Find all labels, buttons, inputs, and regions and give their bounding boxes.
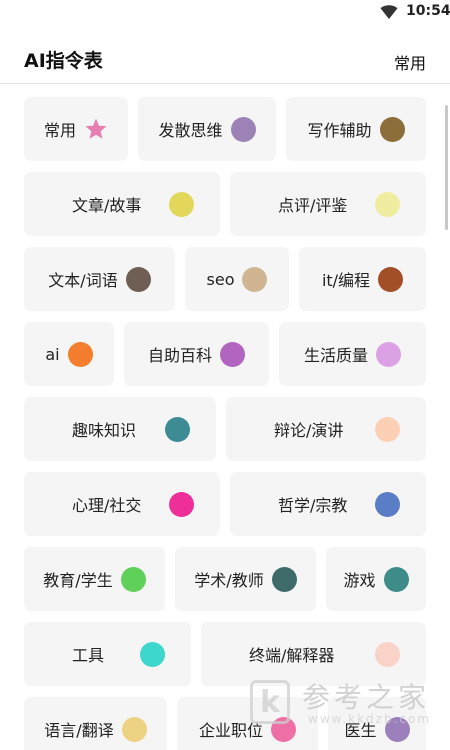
category-label: 辩论/演讲 [274, 421, 344, 440]
category-row: 教育/学生 学术/教师 游戏 [24, 547, 426, 611]
category-chip[interactable]: 文章/故事 [24, 172, 220, 236]
category-chip[interactable]: 语言/翻译 [24, 697, 167, 750]
color-dot-icon [230, 116, 256, 142]
color-dot-icon [220, 341, 245, 367]
category-label: 发散思维 [158, 121, 223, 140]
category-chip[interactable]: 写作辅助 [286, 97, 426, 161]
color-dot-icon [378, 266, 404, 292]
category-label: 生活质量 [303, 346, 368, 365]
category-chip[interactable]: 文本/词语 [24, 247, 175, 311]
category-chip[interactable]: 游戏 [326, 547, 426, 611]
category-label: 终端/解释器 [249, 646, 335, 665]
category-chip[interactable]: 趣味知识 [24, 397, 216, 461]
category-row: ai 自助百科 生活质量 [24, 322, 426, 386]
wifi-icon [380, 5, 398, 19]
category-chip[interactable]: 点评/评鉴 [230, 172, 426, 236]
category-chip[interactable]: it/编程 [299, 247, 426, 311]
star-icon [85, 118, 107, 139]
category-chip[interactable]: 哲学/宗教 [230, 472, 426, 536]
category-chip[interactable]: 教育/学生 [24, 547, 165, 611]
watermark-logo: k [250, 680, 290, 724]
app-header: AI指令表 常用 [0, 26, 450, 84]
status-time: 10:54 [406, 3, 450, 19]
watermark-url: www.kkdzb.com [308, 712, 432, 726]
category-label: 文本/词语 [48, 271, 118, 290]
category-row: 趣味知识 辩论/演讲 [24, 397, 426, 461]
category-chip[interactable]: seo [185, 247, 289, 311]
category-label: 自助百科 [147, 346, 212, 365]
category-row: 常用 发散思维 写作辅助 [24, 97, 426, 161]
category-label: 语言/翻译 [44, 721, 114, 740]
color-dot-icon [169, 491, 194, 517]
scrollbar[interactable] [445, 105, 448, 230]
category-chip[interactable]: 辩论/演讲 [226, 397, 426, 461]
page-title: AI指令表 [24, 50, 103, 72]
category-label: seo [206, 269, 235, 289]
category-label: 文章/故事 [72, 196, 142, 215]
color-dot-icon [376, 341, 401, 367]
category-chip[interactable]: 生活质量 [279, 322, 426, 386]
category-row: 心理/社交 哲学/宗教 [24, 472, 426, 536]
category-label: 教育/学生 [43, 571, 113, 590]
color-dot-icon [375, 641, 400, 667]
color-dot-icon [67, 341, 93, 367]
category-label: 趣味知识 [72, 421, 137, 440]
category-grid: 常用 发散思维 写作辅助文章/故事 点评/评鉴文本/词语 seo it/编程 ai 自助百科 生… [24, 97, 426, 750]
color-dot-icon [375, 491, 400, 517]
status-bar: 10:54 [0, 0, 450, 26]
color-dot-icon [121, 716, 147, 742]
category-label: 写作辅助 [307, 121, 372, 140]
color-dot-icon [120, 566, 146, 592]
category-chip[interactable]: ai [24, 322, 114, 386]
category-label: 学术/教师 [194, 571, 264, 590]
color-dot-icon [375, 416, 400, 442]
category-chip[interactable]: 发散思维 [138, 97, 276, 161]
category-label: 游戏 [343, 571, 376, 590]
category-chip[interactable]: 工具 [24, 622, 191, 686]
color-dot-icon [271, 566, 297, 592]
category-label: 点评/评鉴 [278, 196, 348, 215]
watermark: k 参考之家 www.kkdzb.com [250, 676, 446, 736]
color-dot-icon [242, 266, 268, 292]
category-label: 常用 [43, 121, 76, 140]
color-dot-icon [140, 641, 165, 667]
category-label: 哲学/宗教 [278, 496, 348, 515]
category-list[interactable]: 常用 发散思维 写作辅助文章/故事 点评/评鉴文本/词语 seo it/编程 ai 自助百科 生… [0, 85, 450, 750]
category-row: 文章/故事 点评/评鉴 [24, 172, 426, 236]
category-label: 心理/社交 [72, 496, 142, 515]
color-dot-icon [379, 116, 405, 142]
category-chip[interactable]: 心理/社交 [24, 472, 220, 536]
common-filter-button[interactable]: 常用 [394, 50, 426, 74]
category-chip[interactable]: 自助百科 [124, 322, 269, 386]
category-label: ai [45, 344, 60, 364]
watermark-text: 参考之家 [302, 681, 431, 714]
category-row: 文本/词语 seo it/编程 [24, 247, 426, 311]
category-chip[interactable]: 学术/教师 [175, 547, 316, 611]
color-dot-icon [375, 191, 400, 217]
category-label: it/编程 [321, 271, 371, 290]
color-dot-icon [383, 566, 409, 592]
color-dot-icon [165, 416, 190, 442]
color-dot-icon [125, 266, 151, 292]
color-dot-icon [169, 191, 194, 217]
category-chip[interactable]: 常用 [24, 97, 128, 161]
category-label: 工具 [72, 646, 105, 665]
